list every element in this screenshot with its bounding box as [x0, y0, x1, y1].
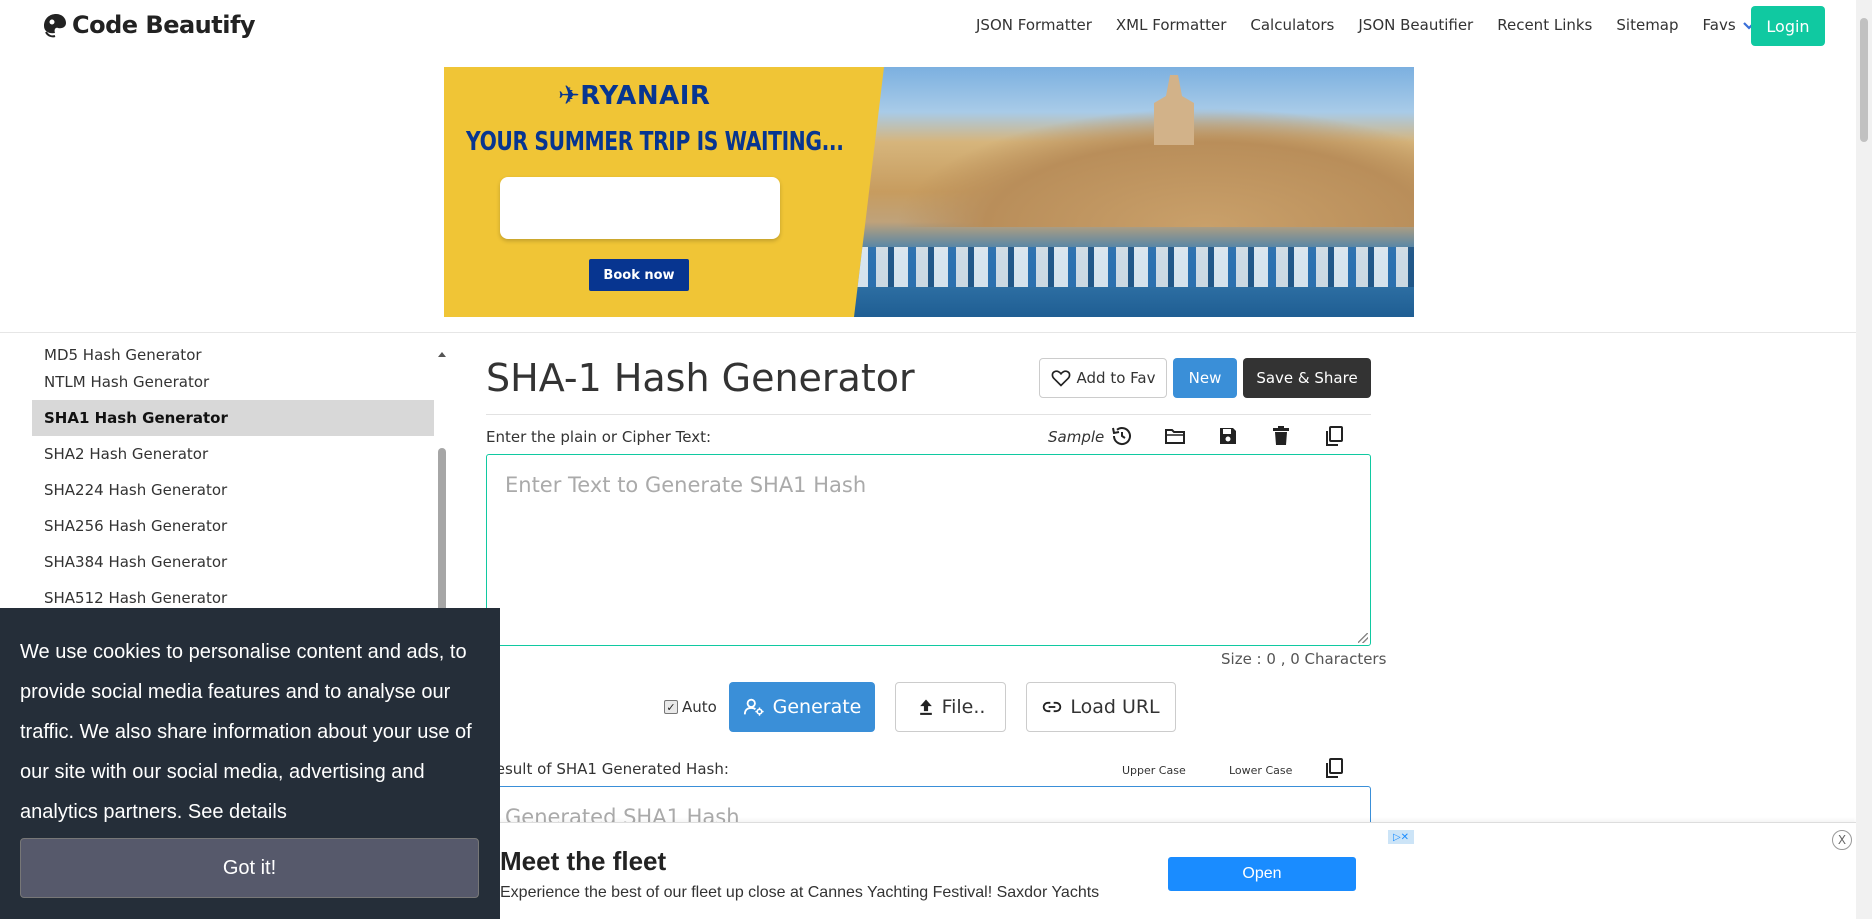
save-icon[interactable] — [1216, 424, 1240, 448]
sidebar-scrollbar[interactable] — [438, 346, 446, 616]
page-title: SHA-1 Hash Generator — [486, 356, 915, 400]
sidebar-item-md5[interactable]: MD5 Hash Generator — [32, 346, 434, 364]
sidebar-item-label: SHA256 Hash Generator — [44, 517, 228, 535]
header: Code Beautify JSON Formatter XML Formatt… — [0, 0, 1856, 52]
sidebar-item-label: SHA224 Hash Generator — [44, 481, 228, 499]
generate-label: Generate — [772, 696, 862, 718]
sidebar-item-label: MD5 Hash Generator — [44, 346, 202, 364]
sidebar-item-sha2[interactable]: SHA2 Hash Generator — [32, 436, 434, 472]
size-info: Size : 0 , 0 Characters — [1221, 650, 1387, 668]
input-placeholder: Enter Text to Generate SHA1 Hash — [505, 473, 867, 497]
sidebar-scroll-thumb[interactable] — [438, 448, 446, 616]
lower-case-option[interactable]: Lower Case — [1229, 764, 1292, 777]
auto-label: Auto — [682, 698, 717, 716]
ad-photo-church — [1154, 75, 1194, 145]
page-scrollbar[interactable] — [1856, 0, 1872, 919]
nav-json-beautifier[interactable]: JSON Beautifier — [1358, 16, 1473, 34]
ad-brand: ✈RYANAIR — [558, 81, 711, 111]
main-nav: JSON Formatter XML Formatter Calculators… — [976, 16, 1756, 34]
sample-link[interactable]: Sample — [1048, 428, 1104, 446]
nav-recent-links[interactable]: Recent Links — [1497, 16, 1592, 34]
copy-icon[interactable] — [1322, 424, 1346, 448]
login-button[interactable]: Login — [1751, 6, 1825, 46]
sidebar-item-label: SHA1 Hash Generator — [44, 409, 228, 427]
sidebar: MD5 Hash Generator NTLM Hash Generator S… — [32, 346, 450, 616]
plain-text-input[interactable]: Enter Text to Generate SHA1 Hash — [486, 454, 1371, 646]
page-scroll-thumb[interactable] — [1860, 18, 1868, 142]
nav-favs-label: Favs — [1702, 16, 1736, 34]
bottom-ad-open-button[interactable]: Open — [1168, 857, 1356, 891]
folder-icon[interactable] — [1163, 424, 1187, 448]
copy-result-icon[interactable] — [1322, 756, 1346, 780]
upper-case-option[interactable]: Upper Case — [1122, 764, 1186, 777]
logo-text: Code Beautify — [72, 11, 256, 39]
auto-checkbox[interactable]: ✓ — [664, 700, 678, 714]
upload-icon — [919, 699, 932, 715]
ad-search-box — [500, 177, 780, 239]
sidebar-item-sha384[interactable]: SHA384 Hash Generator — [32, 544, 434, 580]
ad-headline: YOUR SUMMER TRIP IS WAITING... — [466, 127, 844, 157]
new-button[interactable]: New — [1173, 358, 1237, 398]
sidebar-item-sha256[interactable]: SHA256 Hash Generator — [32, 508, 434, 544]
sidebar-item-label: SHA512 Hash Generator — [44, 589, 228, 607]
nav-xml-formatter[interactable]: XML Formatter — [1116, 16, 1226, 34]
cookie-message: We use cookies to personalise content an… — [20, 641, 472, 823]
user-gear-icon — [743, 698, 764, 716]
trash-icon[interactable] — [1269, 424, 1293, 448]
logo-icon — [44, 14, 66, 38]
ad-photo — [854, 67, 1414, 317]
ad-photo-boats — [854, 247, 1414, 287]
divider — [0, 332, 1856, 333]
cookie-details-link[interactable]: See details — [188, 801, 287, 823]
cookie-text-block: We use cookies to personalise content an… — [20, 632, 480, 832]
ad-book-button[interactable]: Book now — [589, 259, 689, 291]
nav-calculators[interactable]: Calculators — [1250, 16, 1334, 34]
cookie-banner: We use cookies to personalise content an… — [0, 608, 500, 919]
file-button[interactable]: File.. — [895, 682, 1006, 732]
file-label: File.. — [941, 696, 986, 718]
nav-sitemap[interactable]: Sitemap — [1616, 16, 1678, 34]
add-to-fav-label: Add to Fav — [1076, 369, 1156, 387]
input-label: Enter the plain or Cipher Text: — [486, 428, 712, 446]
load-url-button[interactable]: Load URL — [1026, 682, 1176, 732]
sidebar-item-label: SHA384 Hash Generator — [44, 553, 228, 571]
heart-icon — [1051, 370, 1070, 387]
nav-favs[interactable]: Favs — [1703, 16, 1756, 34]
logo[interactable]: Code Beautify — [40, 10, 256, 40]
sidebar-item-sha224[interactable]: SHA224 Hash Generator — [32, 472, 434, 508]
nav-json-formatter[interactable]: JSON Formatter — [976, 16, 1092, 34]
bottom-ad-title: Meet the fleet — [500, 846, 667, 876]
top-ad-banner[interactable]: ✈RYANAIR YOUR SUMMER TRIP IS WAITING... … — [444, 67, 1414, 317]
sidebar-list: MD5 Hash Generator NTLM Hash Generator S… — [32, 346, 434, 616]
title-divider — [486, 414, 1371, 415]
bottom-ad-subtitle: Experience the best of our fleet up clos… — [500, 884, 1100, 901]
load-url-label: Load URL — [1070, 696, 1160, 718]
ad-left-panel: ✈RYANAIR YOUR SUMMER TRIP IS WAITING... … — [444, 67, 884, 317]
adchoices-icon[interactable]: ▷✕ — [1388, 830, 1414, 844]
sidebar-item-sha1[interactable]: SHA1 Hash Generator — [32, 400, 434, 436]
save-share-button[interactable]: Save & Share — [1243, 358, 1371, 398]
result-label: Result of SHA1 Generated Hash: — [486, 760, 729, 778]
link-icon — [1043, 701, 1062, 713]
generate-button[interactable]: Generate — [729, 682, 875, 732]
sidebar-item-ntlm[interactable]: NTLM Hash Generator — [32, 364, 434, 400]
close-ad-button[interactable]: X — [1832, 830, 1852, 850]
cookie-accept-button[interactable]: Got it! — [20, 838, 479, 898]
resize-handle-icon[interactable] — [1358, 633, 1368, 643]
add-to-fav-button[interactable]: Add to Fav — [1039, 358, 1167, 398]
sidebar-item-label: NTLM Hash Generator — [44, 373, 210, 391]
history-icon[interactable] — [1110, 424, 1134, 448]
sidebar-item-label: SHA2 Hash Generator — [44, 445, 209, 463]
auto-toggle[interactable]: ✓ Auto — [664, 698, 717, 716]
scroll-up-arrow-icon[interactable] — [438, 352, 446, 357]
